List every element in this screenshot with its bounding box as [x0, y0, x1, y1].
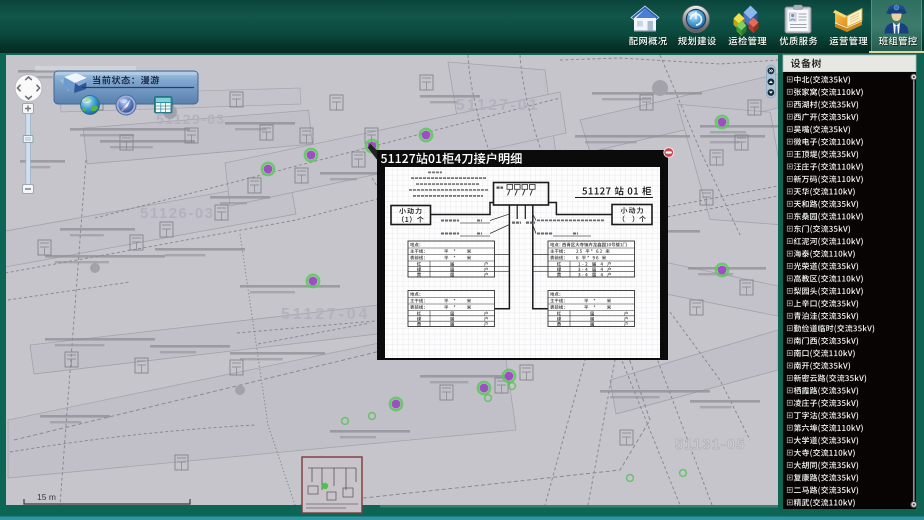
svg-text:51127-01: 51127-01 [456, 97, 540, 114]
svg-text:51131-05: 51131-05 [675, 436, 746, 453]
svg-text:15 m: 15 m [37, 492, 56, 502]
svg-text:51126-03: 51126-03 [140, 205, 215, 222]
svg-text:51127-04: 51127-04 [281, 306, 370, 323]
